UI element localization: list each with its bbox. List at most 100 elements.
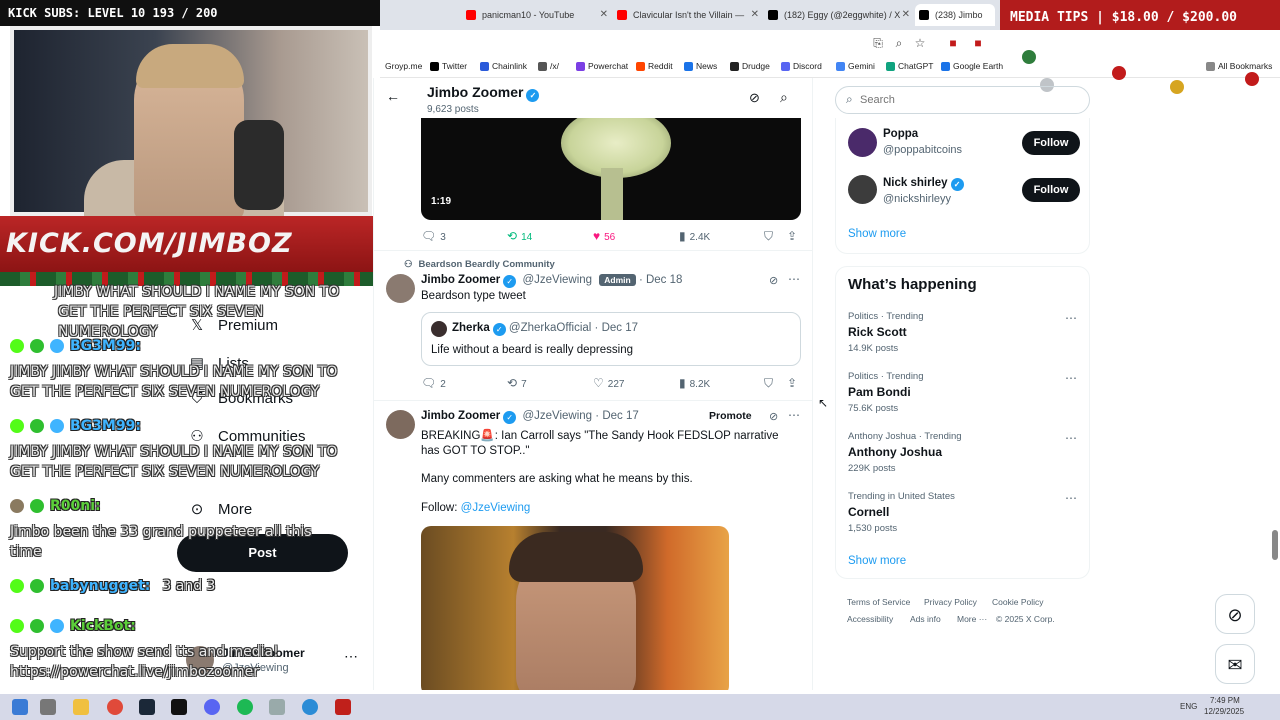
show-more-link[interactable]: Show more bbox=[848, 228, 906, 240]
install-icon[interactable]: ⎘ bbox=[870, 35, 886, 51]
clock-time[interactable]: 7:49 PM bbox=[1210, 696, 1240, 705]
microphone bbox=[234, 120, 284, 210]
repost-button[interactable]: ⟲ 14 bbox=[507, 229, 532, 243]
task-view-icon[interactable] bbox=[40, 699, 56, 715]
bookmark-item[interactable]: Twitter bbox=[430, 61, 467, 71]
search-input[interactable] bbox=[860, 91, 1080, 109]
spotify-icon[interactable] bbox=[237, 699, 253, 715]
extension-icon[interactable]: ■ bbox=[970, 35, 986, 51]
close-icon[interactable]: ✕ bbox=[600, 4, 608, 26]
show-more-link[interactable]: Show more bbox=[848, 555, 906, 567]
avatar-badge-icon bbox=[10, 499, 24, 513]
repost-button[interactable]: ⟲ 7 bbox=[507, 376, 527, 390]
avatar[interactable] bbox=[386, 274, 415, 303]
verified-icon: ✓ bbox=[526, 89, 540, 102]
grok-floating-button[interactable]: ⊘ bbox=[1215, 594, 1255, 634]
search-icon[interactable]: ⌕ bbox=[780, 89, 788, 106]
follow-suggestion[interactable]: Nick shirley ✓ @nickshirleyy Follow bbox=[836, 173, 1091, 213]
star-icon[interactable]: ☆ bbox=[912, 35, 928, 51]
tweet[interactable]: ⚇ Beardson Beardly Community Jimbo Zoomer… bbox=[374, 256, 812, 396]
more-dots-icon[interactable]: ⋯ bbox=[788, 408, 800, 422]
views-icon: ▮ bbox=[679, 376, 686, 390]
bookmark-item[interactable]: ChatGPT bbox=[886, 61, 933, 71]
promote-button[interactable]: Promote bbox=[709, 410, 752, 422]
follow-suggestion[interactable]: Poppa @poppabitcoins Follow bbox=[836, 124, 1091, 164]
x-logo-icon bbox=[919, 10, 929, 20]
reply-button[interactable]: 🗨 3 bbox=[421, 229, 446, 243]
app-icon[interactable] bbox=[269, 699, 285, 715]
back-arrow-icon[interactable]: ← bbox=[386, 88, 400, 104]
share-button[interactable]: ⇪ bbox=[787, 376, 801, 390]
news-icon bbox=[684, 62, 693, 71]
bookmark-item[interactable]: /x/ bbox=[538, 61, 559, 71]
main-timeline: 1:19 🗨 3 ⟲ 14 ♥ 56 ▮ 2.4K ⛉ ⇪ ← Jimbo Zoomer… bbox=[373, 78, 813, 690]
tweet-image[interactable] bbox=[421, 526, 729, 690]
bookmark-item[interactable]: Drudge bbox=[730, 61, 770, 71]
share-button[interactable]: ⇪ bbox=[787, 229, 801, 243]
search-box[interactable]: ⌕ bbox=[835, 86, 1090, 114]
browser-tab-active[interactable]: (238) Jimbo bbox=[915, 4, 995, 26]
grok-icon[interactable]: ⊘ bbox=[769, 410, 778, 423]
admin-badge: Admin bbox=[599, 274, 636, 286]
video-player[interactable]: 1:19 bbox=[421, 118, 801, 220]
messages-floating-button[interactable]: ✉ bbox=[1215, 644, 1255, 684]
tweet-text: Follow: @JzeViewing bbox=[421, 502, 531, 514]
more-dots-icon[interactable]: ⋯ bbox=[1065, 371, 1077, 385]
discord-icon[interactable] bbox=[204, 699, 220, 715]
like-button[interactable]: ♡ 227 bbox=[593, 376, 624, 390]
file-explorer-icon[interactable] bbox=[73, 699, 89, 715]
grok-icon[interactable]: ⊘ bbox=[749, 90, 760, 106]
obs-icon[interactable] bbox=[171, 699, 187, 715]
more-dots-icon[interactable]: ⋯ bbox=[788, 272, 800, 286]
browser-tab[interactable]: (182) Eggy (@2eggwhite) / X ✕ bbox=[764, 4, 914, 26]
bookmark-button[interactable]: ⛉ bbox=[764, 229, 777, 244]
like-button[interactable]: ♥ 56 bbox=[593, 229, 615, 243]
clock-date[interactable]: 12/29/2025 bbox=[1204, 707, 1244, 716]
views-button[interactable]: ▮ 2.4K bbox=[679, 229, 710, 243]
tweet[interactable]: Jimbo Zoomer ✓ @JzeViewing · Dec 17 Promo… bbox=[374, 406, 812, 690]
bookmark-item[interactable]: Powerchat bbox=[576, 61, 628, 71]
close-icon[interactable]: ✕ bbox=[751, 4, 759, 26]
reply-button[interactable]: 🗨 2 bbox=[421, 376, 446, 390]
tweet[interactable]: 1:19 🗨 3 ⟲ 14 ♥ 56 ▮ 2.4K ⛉ ⇪ bbox=[374, 118, 812, 256]
browser-tab[interactable]: Clavicular Isn't the Villain — ✕ bbox=[613, 4, 763, 26]
bookmark-item[interactable]: Groyp.me bbox=[385, 61, 422, 71]
quote-tweet[interactable]: Zherka ✓ @ZherkaOfficial · Dec 17 Life wi… bbox=[421, 312, 801, 366]
telegram-icon[interactable] bbox=[302, 699, 318, 715]
chat-user: KickBot: bbox=[10, 618, 136, 634]
bookmark-button[interactable]: ⛉ bbox=[764, 376, 777, 391]
more-dots-icon[interactable]: ⋯ bbox=[1065, 311, 1077, 325]
gem-badge-icon bbox=[30, 419, 44, 433]
bookmark-item[interactable]: Chainlink bbox=[480, 61, 527, 71]
mention-link[interactable]: @JzeViewing bbox=[461, 502, 531, 514]
verified-icon: ✓ bbox=[503, 411, 517, 424]
app-icon[interactable] bbox=[335, 699, 351, 715]
bookmark-item[interactable]: Google Earth bbox=[941, 61, 1003, 71]
bookmark-item[interactable]: News bbox=[684, 61, 717, 71]
views-button[interactable]: ▮ 8.2K bbox=[679, 376, 710, 390]
follow-button[interactable]: Follow bbox=[1022, 131, 1080, 155]
zoom-icon[interactable]: ⌕ bbox=[891, 35, 907, 51]
trend-item[interactable]: Trending in United States Cornell 1,530 … bbox=[848, 491, 1083, 534]
steam-icon[interactable] bbox=[139, 699, 155, 715]
bookmark-item[interactable]: Reddit bbox=[636, 61, 673, 71]
all-bookmarks[interactable]: All Bookmarks bbox=[1206, 61, 1272, 71]
close-icon[interactable]: ✕ bbox=[902, 4, 910, 26]
language-indicator[interactable]: ENG bbox=[1180, 702, 1197, 711]
more-dots-icon[interactable]: ⋯ bbox=[1065, 431, 1077, 445]
chrome-icon[interactable] bbox=[107, 699, 123, 715]
extension-icon[interactable]: ■ bbox=[945, 35, 961, 51]
bookmark-item[interactable]: Discord bbox=[781, 61, 822, 71]
trend-item[interactable]: Anthony Joshua · Trending Anthony Joshua… bbox=[848, 431, 1083, 474]
avatar[interactable] bbox=[386, 410, 415, 439]
trend-item[interactable]: Politics · Trending Rick Scott 14.9K pos… bbox=[848, 311, 1083, 354]
grok-icon[interactable]: ⊘ bbox=[769, 274, 778, 287]
browser-tab[interactable]: panicman10 - YouTube ✕ bbox=[462, 4, 612, 26]
bookmark-item[interactable]: Gemini bbox=[836, 61, 875, 71]
scrollbar[interactable] bbox=[1272, 530, 1278, 560]
follow-button[interactable]: Follow bbox=[1022, 178, 1080, 202]
x-logo-icon bbox=[430, 62, 439, 71]
trend-item[interactable]: Politics · Trending Pam Bondi 75.6K post… bbox=[848, 371, 1083, 414]
more-dots-icon[interactable]: ⋯ bbox=[1065, 491, 1077, 505]
start-icon[interactable] bbox=[12, 699, 28, 715]
